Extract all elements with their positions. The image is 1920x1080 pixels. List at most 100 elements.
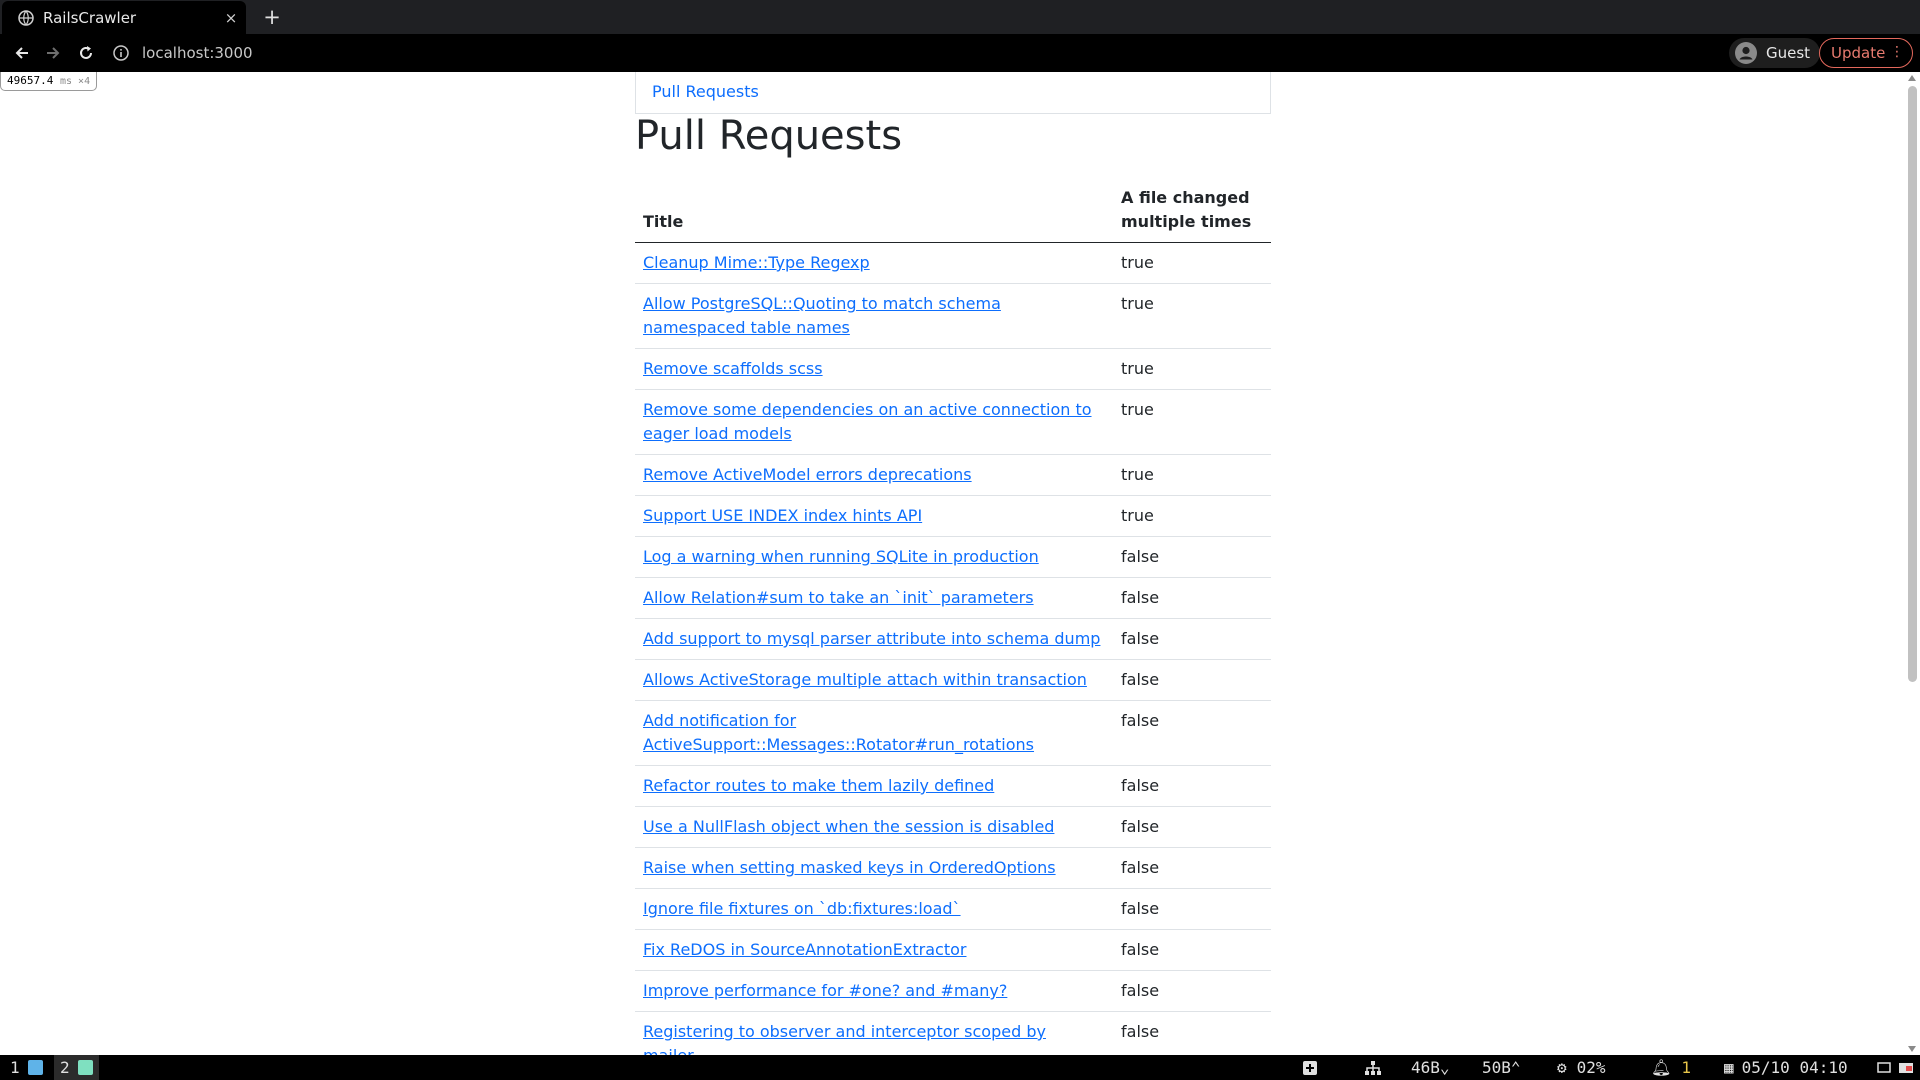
table-row: Remove ActiveModel errors deprecations tr… [635, 454, 1271, 496]
scrollbar-thumb[interactable] [1908, 86, 1917, 682]
table-row: Support USE INDEX index hints API true [635, 495, 1271, 537]
globe-icon [18, 9, 34, 26]
reload-button[interactable] [71, 38, 101, 68]
pull-request-link[interactable]: Allow PostgreSQL::Quoting to match schem… [643, 294, 1001, 337]
title-cell: Improve performance for #one? and #many? [635, 970, 1113, 1012]
file-changed-cell: false [1113, 929, 1271, 971]
table-row: Allow PostgreSQL::Quoting to match schem… [635, 283, 1271, 349]
browser-toolbar: localhost:3000 Guest Update ⋮ [0, 34, 1920, 72]
workspace-2[interactable]: 2 [54, 1055, 99, 1080]
file-changed-cell: false [1113, 888, 1271, 930]
column-header-file-changed: A file changed multiple times [1113, 178, 1271, 243]
pull-request-link[interactable]: Add support to mysql parser attribute in… [643, 629, 1100, 648]
vertical-scrollbar[interactable] [1905, 72, 1920, 1055]
arrow-left-icon [15, 47, 28, 59]
breadcrumb-link[interactable]: Pull Requests [652, 82, 759, 101]
scroll-up-icon[interactable] [1908, 75, 1916, 81]
title-cell: Remove some dependencies on an active co… [635, 389, 1113, 455]
table-body: Cleanup Mime::Type Regexp true Allow Postg… [635, 242, 1271, 1077]
add-icon[interactable] [1302, 1055, 1318, 1080]
pull-request-link[interactable]: Support USE INDEX index hints API [643, 506, 922, 525]
pull-request-link[interactable]: Ignore file fixtures on `db:fixtures:loa… [643, 899, 961, 918]
title-cell: Raise when setting masked keys in Ordere… [635, 847, 1113, 889]
table-row: Remove scaffolds scss true [635, 348, 1271, 390]
table-header-row: Title A file changed multiple times [635, 178, 1271, 243]
pull-request-link[interactable]: Remove some dependencies on an active co… [643, 400, 1092, 443]
back-button[interactable] [7, 38, 37, 68]
net-down-value: 46B [1411, 1058, 1440, 1077]
file-changed-cell: true [1113, 389, 1271, 455]
table-row: Use a NullFlash object when the session … [635, 806, 1271, 848]
title-cell: Cleanup Mime::Type Regexp [635, 242, 1113, 284]
profile-name: Guest [1766, 44, 1811, 62]
pull-request-link[interactable]: Improve performance for #one? and #many? [643, 981, 1007, 1000]
update-label: Update [1831, 44, 1886, 62]
table-row: Refactor routes to make them lazily defi… [635, 765, 1271, 807]
notifications[interactable]: 🔔︎ 1 [1651, 1055, 1691, 1080]
pull-request-link[interactable]: Allows ActiveStorage multiple attach wit… [643, 670, 1087, 689]
net-up: 50B ⌃ [1482, 1055, 1521, 1080]
clock[interactable]: ▦ 05/10 04:10 [1724, 1055, 1848, 1080]
browser-tab[interactable]: RailsCrawler × [2, 1, 246, 34]
avatar-icon [1735, 42, 1757, 64]
net-down: 46B ⌄ [1411, 1055, 1450, 1080]
new-tab-button[interactable]: + [258, 3, 286, 31]
title-cell: Fix ReDOS in SourceAnnotationExtractor [635, 929, 1113, 971]
more-vertical-icon[interactable]: ⋮ [1890, 44, 1904, 60]
pull-request-link[interactable]: Remove scaffolds scss [643, 359, 823, 378]
info-icon[interactable] [112, 44, 130, 62]
perf-unit: ms ×4 [59, 76, 91, 87]
table-row: Allows ActiveStorage multiple attach wit… [635, 659, 1271, 701]
file-changed-cell: false [1113, 577, 1271, 619]
title-cell: Remove scaffolds scss [635, 348, 1113, 390]
forward-button[interactable] [38, 38, 68, 68]
title-cell: Allows ActiveStorage multiple attach wit… [635, 659, 1113, 701]
cpu-value: 02% [1576, 1058, 1606, 1077]
url-text: localhost:3000 [142, 44, 253, 62]
title-cell: Support USE INDEX index hints API [635, 495, 1113, 537]
workspace-app-icon [27, 1060, 43, 1075]
table-row: Log a warning when running SQLite in pro… [635, 536, 1271, 578]
table-row: Improve performance for #one? and #many?… [635, 970, 1271, 1012]
page-title: Pull Requests [635, 113, 903, 159]
file-changed-cell: false [1113, 659, 1271, 701]
pull-request-link[interactable]: Add notification for ActiveSupport::Mess… [643, 711, 1034, 754]
pull-requests-table: Title A file changed multiple times Clea… [635, 178, 1271, 1077]
tab-strip: RailsCrawler × + [0, 0, 1920, 34]
network-icon[interactable] [1364, 1055, 1382, 1080]
scroll-down-icon[interactable] [1908, 1046, 1916, 1052]
table-row: Ignore file fixtures on `db:fixtures:loa… [635, 888, 1271, 930]
profile-button[interactable]: Guest [1729, 38, 1821, 68]
file-changed-cell: false [1113, 806, 1271, 848]
power-icon[interactable] [1898, 1055, 1914, 1080]
workspace-number: 2 [60, 1058, 70, 1077]
pull-request-link[interactable]: Raise when setting masked keys in Ordere… [643, 858, 1056, 877]
chat-icon[interactable] [1877, 1055, 1891, 1080]
gears-icon: ⚙ [1557, 1058, 1567, 1077]
pull-request-link[interactable]: Fix ReDOS in SourceAnnotationExtractor [643, 940, 966, 959]
file-changed-cell: true [1113, 348, 1271, 390]
column-header-title: Title [635, 178, 1113, 243]
table-row: Cleanup Mime::Type Regexp true [635, 242, 1271, 284]
cpu-indicator: ⚙ 02% [1557, 1055, 1606, 1080]
pull-request-link[interactable]: Use a NullFlash object when the session … [643, 817, 1054, 836]
close-tab-icon[interactable]: × [216, 9, 246, 27]
table-row: Remove some dependencies on an active co… [635, 389, 1271, 455]
pull-request-link[interactable]: Refactor routes to make them lazily defi… [643, 776, 994, 795]
pull-request-link[interactable]: Remove ActiveModel errors deprecations [643, 465, 972, 484]
address-bar[interactable]: localhost:3000 [112, 38, 253, 68]
update-button[interactable]: Update ⋮ [1819, 38, 1913, 68]
title-cell: Log a warning when running SQLite in pro… [635, 536, 1113, 578]
notification-count: 1 [1681, 1058, 1691, 1077]
title-cell: Allow PostgreSQL::Quoting to match schem… [635, 283, 1113, 349]
calendar-icon: ▦ [1724, 1058, 1734, 1077]
datetime: 05/10 04:10 [1741, 1058, 1848, 1077]
breadcrumb: Pull Requests [635, 72, 1271, 114]
pull-request-link[interactable]: Log a warning when running SQLite in pro… [643, 547, 1039, 566]
tab-title: RailsCrawler [43, 8, 137, 27]
workspace-1[interactable]: 1 [4, 1055, 49, 1080]
pull-request-link[interactable]: Cleanup Mime::Type Regexp [643, 253, 870, 272]
pull-request-link[interactable]: Allow Relation#sum to take an `init` par… [643, 588, 1034, 607]
title-cell: Refactor routes to make them lazily defi… [635, 765, 1113, 807]
arrow-right-icon [47, 47, 60, 59]
